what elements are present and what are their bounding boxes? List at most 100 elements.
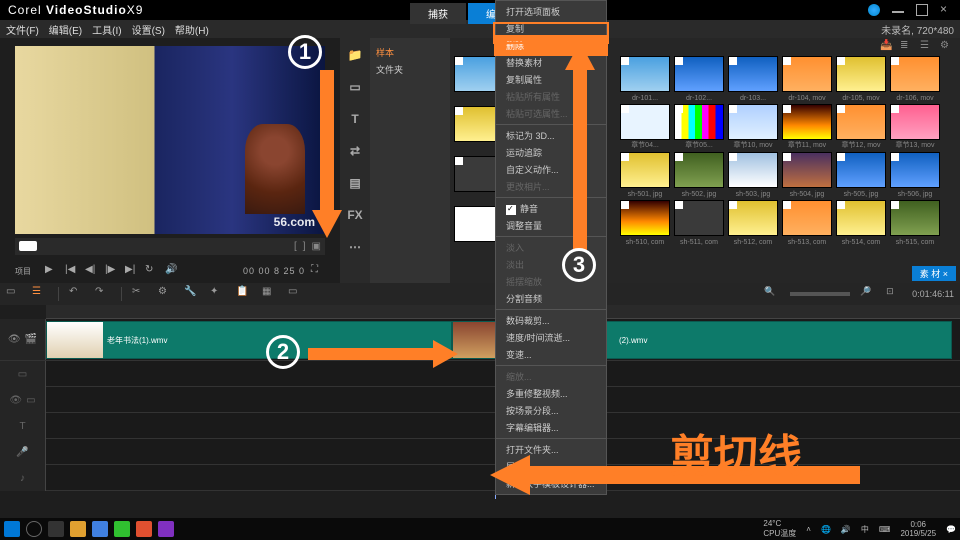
lib-thumb[interactable]: sh-515, com [890, 200, 940, 236]
menu-file[interactable]: 文件(F) [6, 22, 39, 37]
start-button-icon[interactable] [4, 521, 20, 537]
ctx-multitrim[interactable]: 多重修整视频... [496, 385, 606, 402]
ctx-split-audio[interactable]: 分割音频 [496, 290, 606, 307]
taskbar-app-icon[interactable] [158, 521, 174, 537]
preview-scrubber[interactable]: [ ] ▣ [15, 238, 325, 256]
graphic-tab-icon[interactable]: ⇄ [346, 142, 364, 160]
taskview-icon[interactable] [48, 521, 64, 537]
tab-capture[interactable]: 捕获 [410, 3, 466, 24]
ctx-subtitle[interactable]: 字幕编辑器... [496, 419, 606, 436]
start-icon[interactable]: |◀ [65, 264, 79, 278]
lib-thumb[interactable]: sh-503, jpg [728, 152, 778, 188]
menu-help[interactable]: 帮助(H) [175, 22, 209, 37]
snapshot-icon[interactable]: ▣ [312, 241, 321, 252]
ctx-zoom[interactable]: 缩放... [496, 368, 606, 385]
filter-tab-icon[interactable]: ▤ [346, 174, 364, 192]
lib-thumb[interactable]: sh-512, com [728, 200, 778, 236]
undo-icon[interactable]: ↶ [69, 286, 85, 302]
minimize-icon[interactable] [892, 7, 904, 13]
lib-thumb[interactable]: sh-506, jpg [890, 152, 940, 188]
tray-network-icon[interactable]: 🌐 [821, 525, 831, 534]
eye-icon[interactable]: 👁 [9, 395, 22, 406]
preview-timecode[interactable]: 00 00 8 25 0 [243, 266, 305, 276]
lib-thumb[interactable]: sh-514, com [836, 200, 886, 236]
cortana-icon[interactable] [26, 521, 42, 537]
tray-notifications-icon[interactable]: 💬 [946, 525, 956, 534]
menu-edit[interactable]: 编辑(E) [49, 22, 82, 37]
taskbar-app-icon[interactable] [114, 521, 130, 537]
play-icon[interactable]: ▶ [45, 264, 59, 278]
repeat-icon[interactable]: ↻ [145, 264, 159, 278]
fullscreen-icon[interactable]: ⛶ [311, 264, 325, 278]
taskbar-app-icon[interactable] [70, 521, 86, 537]
lib-thumb[interactable]: sh-501, jpg [620, 152, 670, 188]
menu-tool[interactable]: 工具(I) [92, 22, 121, 37]
lib-thumb[interactable]: 章节13, mov [890, 104, 940, 140]
menu-set[interactable]: 设置(S) [132, 22, 165, 37]
ctx-digital-trim[interactable]: 数码裁剪... [496, 312, 606, 329]
volume-icon[interactable]: 🔊 [165, 264, 179, 278]
lib-thumb[interactable]: 章节12, mov [836, 104, 886, 140]
taskbar-app-icon[interactable] [92, 521, 108, 537]
lib-thumb[interactable]: sh-504, jpg [782, 152, 832, 188]
tree-folder[interactable]: 文件夹 [376, 61, 444, 78]
tool-icon[interactable]: ✂ [132, 286, 148, 302]
eye-icon[interactable]: 👁 [8, 334, 21, 345]
track-head-overlay[interactable]: ▭ [0, 361, 46, 387]
redo-icon[interactable]: ↷ [95, 286, 111, 302]
zoom-out-icon[interactable]: 🔍 [764, 286, 780, 302]
track-head-voice[interactable]: T [0, 413, 46, 439]
lib-thumb[interactable]: dr-103... [728, 56, 778, 92]
tray-up-icon[interactable]: ˄ [806, 525, 811, 534]
lib-thumb[interactable]: dr-102... [674, 56, 724, 92]
lib-options-icon[interactable]: ⚙ [940, 40, 954, 54]
lib-thumb[interactable]: dr-106, mov [890, 56, 940, 92]
library-bottom-button[interactable]: 素 材 × [912, 266, 956, 281]
mark-out-icon[interactable]: ] [303, 241, 306, 252]
scrub-handle[interactable] [19, 241, 37, 251]
tool-icon[interactable]: ▦ [262, 286, 278, 302]
fx-tab-icon[interactable]: FX [346, 206, 364, 224]
lib-thumb[interactable]: sh-513, com [782, 200, 832, 236]
tool-icon[interactable]: ▭ [288, 286, 304, 302]
zoom-slider[interactable] [790, 292, 850, 296]
ctx-open-options[interactable]: 打开选项面板 [496, 3, 606, 20]
lib-thumb[interactable]: sh-505, jpg [836, 152, 886, 188]
track-head-music[interactable]: 🎤 [0, 439, 46, 465]
lib-thumb[interactable]: sh-502, jpg [674, 152, 724, 188]
prev-frame-icon[interactable]: ◀| [85, 264, 99, 278]
tray-temp[interactable]: 24°CCPU温度 [763, 519, 796, 539]
tray-keyboard-icon[interactable]: ⌨ [879, 525, 891, 534]
ctx-variable-speed[interactable]: 变速... [496, 346, 606, 363]
storyboard-view-icon[interactable]: ▭ [6, 286, 22, 302]
track-head-music2[interactable]: ♪ [0, 465, 46, 491]
media-tab-icon[interactable]: 📁 [346, 46, 364, 64]
lib-thumb[interactable]: 章节04... [620, 104, 670, 140]
tray-clock[interactable]: 0:062019/5/25 [900, 520, 936, 538]
preview-viewport[interactable]: 56.com [15, 46, 325, 234]
transition-tab-icon[interactable]: ▭ [346, 78, 364, 96]
tray-volume-icon[interactable]: 🔊 [841, 525, 851, 534]
maximize-icon[interactable] [916, 4, 928, 16]
tree-samples[interactable]: 样本 [376, 44, 444, 61]
ctx-speed[interactable]: 速度/时间流逝... [496, 329, 606, 346]
tray-ime[interactable]: 中 [861, 524, 869, 535]
lib-thumb[interactable]: sh-510, com [620, 200, 670, 236]
zoom-in-icon[interactable]: 🔎 [860, 286, 876, 302]
lib-list-icon[interactable]: ☰ [920, 40, 934, 54]
end-icon[interactable]: ▶| [125, 264, 139, 278]
lib-thumb[interactable]: 章节05... [674, 104, 724, 140]
fit-icon[interactable]: ⊡ [886, 286, 902, 302]
lib-thumb[interactable]: dr-101... [620, 56, 670, 92]
lib-thumb[interactable]: dr-105, mov [836, 56, 886, 92]
path-tab-icon[interactable]: ⋯ [346, 238, 364, 256]
ctx-scene-split[interactable]: 按场景分段... [496, 402, 606, 419]
next-frame-icon[interactable]: |▶ [105, 264, 119, 278]
track-head-video[interactable]: 👁 🎬 [0, 319, 46, 360]
mark-in-icon[interactable]: [ [294, 241, 297, 252]
lib-thumb[interactable]: dr-104, mov [782, 56, 832, 92]
lib-sort-icon[interactable]: ≣ [900, 40, 914, 54]
tool-icon[interactable]: 🔧 [184, 286, 200, 302]
timeline-view-icon[interactable]: ☰ [32, 286, 48, 302]
tool-icon[interactable]: ⚙ [158, 286, 174, 302]
